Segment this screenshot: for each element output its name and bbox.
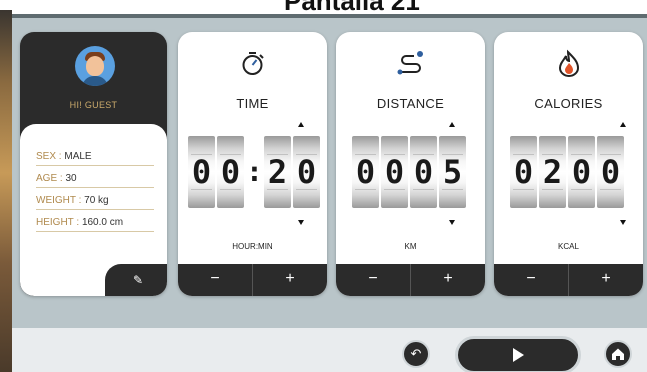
calories-label: CALORIES [534, 96, 603, 111]
time-down-arrow[interactable] [298, 220, 304, 225]
calories-unit: KCAL [558, 242, 579, 251]
distance-digit: 0 [381, 136, 408, 208]
calories-up-arrow[interactable] [620, 122, 626, 127]
calories-card: CALORIES 0 2 0 0 KCAL − + [494, 32, 643, 296]
sex-label: SEX : [36, 151, 62, 162]
calories-odometer[interactable]: 0 2 0 0 [510, 136, 624, 208]
home-icon [612, 348, 624, 360]
route-icon [397, 51, 423, 75]
calories-digit: 0 [597, 136, 624, 208]
time-plus-button[interactable]: + [253, 264, 327, 296]
calories-minus-button[interactable]: − [494, 264, 568, 296]
home-button[interactable] [604, 340, 632, 368]
avatar-face [86, 56, 104, 76]
weight-label: WEIGHT : [36, 195, 82, 206]
treadmill-screen: HI! GUEST SEX : MALE AGE : 30 WEIGHT : 7… [12, 14, 647, 372]
calories-digit: 2 [539, 136, 566, 208]
sex-row: SEX : MALE [36, 148, 154, 166]
calories-down-arrow[interactable] [620, 220, 626, 225]
distance-up-arrow[interactable] [449, 122, 455, 127]
undo-icon: ↶ [410, 346, 422, 361]
age-value: 30 [65, 173, 77, 184]
start-button[interactable] [455, 336, 581, 372]
height-row: HEIGHT : 160.0 cm [36, 214, 154, 232]
avatar-body [82, 76, 108, 86]
height-label: HEIGHT : [36, 217, 80, 228]
time-label: TIME [236, 96, 269, 111]
distance-unit: KM [404, 242, 417, 251]
weight-row: WEIGHT : 70 kg [36, 192, 154, 210]
time-minus-button[interactable]: − [178, 264, 252, 296]
time-digit: 0 [217, 136, 244, 208]
time-digit: 0 [188, 136, 215, 208]
distance-plus-button[interactable]: + [411, 264, 485, 296]
weight-value: 70 kg [84, 195, 109, 206]
height-value: 160.0 cm [81, 217, 124, 228]
time-odometer[interactable]: 0 0 : 2 0 [188, 136, 320, 208]
edit-profile-button[interactable]: ✎ [105, 264, 167, 296]
calories-plus-button[interactable]: + [569, 264, 643, 296]
profile-card: HI! GUEST SEX : MALE AGE : 30 WEIGHT : 7… [20, 32, 167, 296]
time-separator: : [246, 155, 263, 188]
calories-digit: 0 [568, 136, 595, 208]
play-icon [513, 348, 524, 362]
time-card: TIME 0 0 : 2 0 HOUR:MIN − + [178, 32, 327, 296]
sex-value: MALE [64, 151, 92, 162]
distance-card: DISTANCE 0 0 0 5 KM − + [336, 32, 485, 296]
time-up-arrow[interactable] [298, 122, 304, 127]
age-row: AGE : 30 [36, 170, 154, 188]
distance-stepper: − + [336, 264, 485, 296]
time-digit: 0 [293, 136, 320, 208]
back-button[interactable]: ↶ [402, 340, 430, 368]
avatar [75, 46, 115, 86]
distance-label: DISTANCE [376, 96, 445, 111]
time-unit: HOUR:MIN [232, 242, 273, 251]
greeting-text: HI! GUEST [69, 100, 118, 110]
stopwatch-icon [242, 52, 264, 75]
distance-minus-button[interactable]: − [336, 264, 410, 296]
distance-digit: 5 [439, 136, 466, 208]
flame-icon [558, 49, 580, 77]
time-stepper: − + [178, 264, 327, 296]
age-label: AGE : [36, 173, 63, 184]
calories-digit: 0 [510, 136, 537, 208]
time-digit: 2 [264, 136, 291, 208]
calories-stepper: − + [494, 264, 643, 296]
background-strip [0, 10, 12, 372]
distance-digit: 0 [352, 136, 379, 208]
pencil-icon: ✎ [133, 273, 144, 287]
distance-odometer[interactable]: 0 0 0 5 [352, 136, 466, 208]
distance-down-arrow[interactable] [449, 220, 455, 225]
distance-digit: 0 [410, 136, 437, 208]
